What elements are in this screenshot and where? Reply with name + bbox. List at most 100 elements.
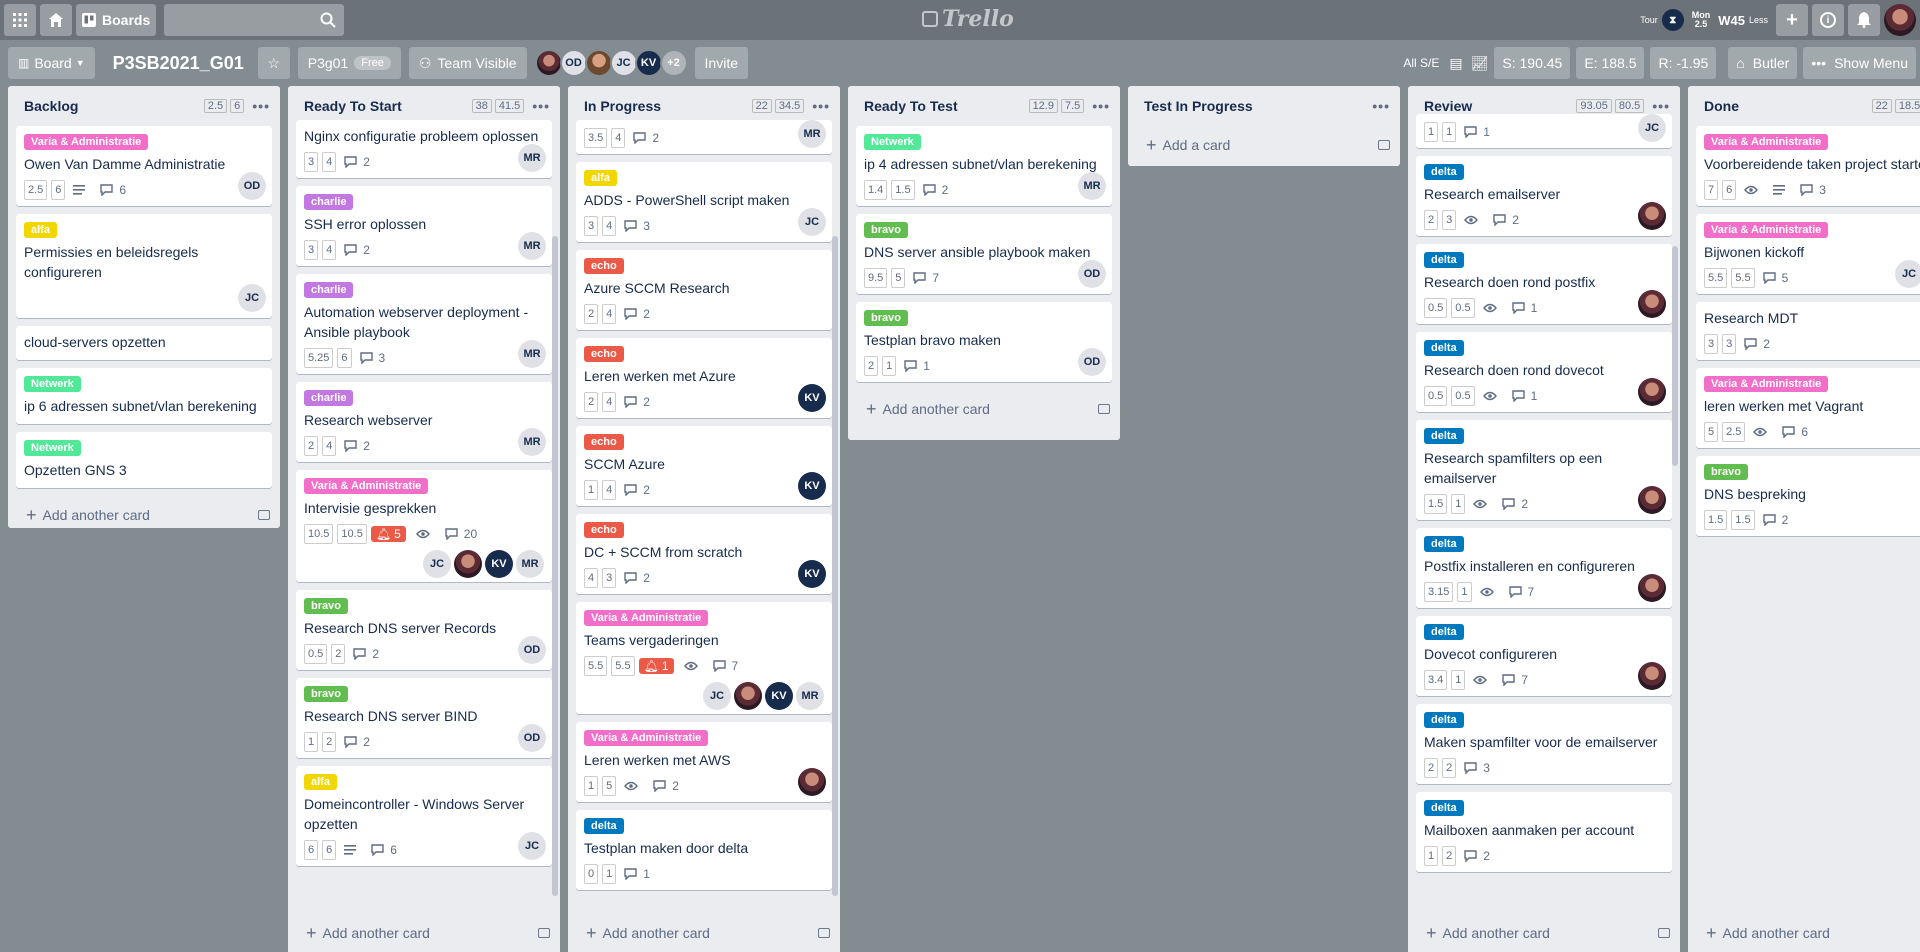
member-avatar[interactable]: JC	[609, 49, 638, 77]
card[interactable]: Nginx configuratie probleem oplossen 3 4 2 M…	[296, 120, 552, 178]
card-label[interactable]: Netwerk	[24, 376, 81, 392]
card[interactable]: bravo Testplan bravo maken 2 1 1 OD	[856, 302, 1112, 382]
all-se-label[interactable]: All S/E	[1403, 56, 1439, 70]
add-card-button[interactable]: + Add another card	[1408, 914, 1680, 952]
card[interactable]: charlie Research webserver 2 4 2 MR	[296, 382, 552, 462]
card-label[interactable]: delta	[1424, 712, 1464, 728]
card[interactable]: Varia & Administratie Teams vergaderingen…	[576, 602, 832, 714]
list-header[interactable]: Ready To Test 12.9 7.5 •••	[848, 86, 1120, 126]
member-avatar[interactable]	[584, 49, 613, 77]
hourglass-icon[interactable]: ⧗	[1661, 9, 1684, 31]
member-avatar[interactable]	[798, 768, 826, 796]
card[interactable]: cloud-servers opzetten	[16, 326, 272, 360]
tour-label[interactable]: Tour	[1640, 15, 1658, 25]
card[interactable]: bravo Research DNS server Records 0.5 2 2 OD	[296, 590, 552, 670]
list-title[interactable]: Ready To Start	[304, 98, 469, 114]
card-label[interactable]: charlie	[304, 390, 354, 406]
invite-button[interactable]: Invite	[694, 47, 748, 79]
home-button[interactable]	[40, 4, 72, 36]
member-avatar[interactable]: KV	[798, 560, 826, 588]
info-button[interactable]: i	[1812, 4, 1844, 36]
apps-menu-button[interactable]	[4, 4, 36, 36]
card-label[interactable]: alfa	[584, 170, 617, 186]
card[interactable]: Research MDT 3 3 2	[1696, 302, 1920, 360]
list-title[interactable]: Test In Progress	[1144, 98, 1364, 114]
card[interactable]: delta Dovecot configureren 3.4 1 7	[1416, 616, 1672, 696]
card[interactable]: echo SCCM Azure 1 4 2 KV	[576, 426, 832, 506]
add-card-button[interactable]: + Add another card	[8, 496, 280, 534]
template-icon[interactable]	[1658, 928, 1670, 938]
card[interactable]: 3.5 4 2 MR	[576, 120, 832, 154]
star-button[interactable]: ☆	[257, 47, 290, 79]
member-avatar[interactable]: JC	[423, 550, 451, 578]
card-label[interactable]: Varia & Administratie	[304, 478, 429, 494]
card[interactable]: delta Maken spamfilter voor de emailserve…	[1416, 704, 1672, 784]
add-card-button[interactable]: + Add a card	[1128, 126, 1400, 164]
member-avatar[interactable]	[1638, 378, 1666, 406]
card[interactable]: bravo DNS server ansible playbook maken 9.…	[856, 214, 1112, 294]
card[interactable]: echo DC + SCCM from scratch 4 3 2 KV	[576, 514, 832, 594]
member-avatar[interactable]: MR	[518, 428, 546, 456]
more-members-button[interactable]: +2	[659, 49, 688, 77]
list-header[interactable]: Backlog 2.5 6 •••	[8, 86, 280, 126]
member-avatar[interactable]: OD	[1078, 348, 1106, 376]
card-label[interactable]: Netwerk	[864, 134, 921, 150]
card[interactable]: echo Leren werken met Azure 2 4 2 KV	[576, 338, 832, 418]
add-card-button[interactable]: + Add another card	[288, 914, 560, 952]
list-menu-icon[interactable]: •••	[812, 98, 830, 114]
card[interactable]: delta Mailboxen aanmaken per account 1 2 2	[1416, 792, 1672, 872]
card[interactable]: bravoDNS bespreking1.51.52KV	[1696, 456, 1920, 536]
list-menu-icon[interactable]: •••	[1372, 98, 1390, 114]
member-avatar[interactable]: MR	[796, 682, 824, 710]
card[interactable]: Netwerk ip 4 adressen subnet/vlan bereken…	[856, 126, 1112, 206]
create-button[interactable]: +	[1776, 4, 1808, 36]
card[interactable]: charlie Automation webserver deployment -…	[296, 274, 552, 374]
card[interactable]: bravo Research DNS server BIND 1 2 2 OD	[296, 678, 552, 758]
member-avatar[interactable]: JC	[518, 832, 546, 860]
list-title[interactable]: Backlog	[24, 98, 201, 114]
board-title[interactable]: P3SB2021_G01	[113, 53, 244, 74]
member-avatar[interactable]: JC	[798, 208, 826, 236]
card-label[interactable]: delta	[1424, 536, 1464, 552]
visibility-button[interactable]: ⚇ Team Visible	[408, 47, 527, 79]
member-avatar[interactable]	[1638, 574, 1666, 602]
user-avatar[interactable]	[1884, 4, 1916, 36]
card[interactable]: delta Research doen rond postfix 0.5 0.5 1	[1416, 244, 1672, 324]
butler-button[interactable]: ⌂ Butler	[1728, 47, 1798, 79]
member-avatar[interactable]: OD	[1078, 260, 1106, 288]
card[interactable]: delta Research emailserver 2 3 2	[1416, 156, 1672, 236]
list-title[interactable]: In Progress	[584, 98, 749, 114]
search-input[interactable]	[164, 4, 345, 36]
card[interactable]: Varia & Administratie Bijwonen kickoff 5.5…	[1696, 214, 1920, 294]
member-avatar[interactable]	[734, 682, 762, 710]
member-avatar[interactable]	[534, 49, 563, 77]
member-avatar[interactable]: MR	[1078, 172, 1106, 200]
card-label[interactable]: Varia & Administratie	[584, 730, 709, 746]
card-label[interactable]: delta	[1424, 800, 1464, 816]
list-scrollbar[interactable]	[1672, 246, 1678, 466]
card[interactable]: Varia & Administratie Intervisie gesprekk…	[296, 470, 552, 582]
card[interactable]: Varia & Administratie Owen Van Damme Admi…	[16, 126, 272, 206]
member-avatar[interactable]: OD	[518, 636, 546, 664]
member-avatar[interactable]	[1638, 202, 1666, 230]
member-avatar[interactable]: MR	[518, 340, 546, 368]
card-label[interactable]: Varia & Administratie	[24, 134, 149, 150]
member-avatar[interactable]: JC	[703, 682, 731, 710]
list-menu-icon[interactable]: •••	[532, 98, 550, 114]
add-card-button[interactable]: + Add another card	[1688, 914, 1920, 952]
list-header[interactable]: Done2218.5•••	[1688, 86, 1920, 126]
card-label[interactable]: delta	[1424, 624, 1464, 640]
list-menu-icon[interactable]: •••	[252, 98, 270, 114]
trello-logo[interactable]: Trello	[922, 6, 1014, 32]
template-icon[interactable]	[818, 928, 830, 938]
card-label[interactable]: Varia & Administratie	[1704, 134, 1829, 150]
member-avatar[interactable]: JC	[1895, 260, 1920, 288]
card-label[interactable]: echo	[584, 522, 624, 538]
member-avatar[interactable]: OD	[518, 724, 546, 752]
member-avatar[interactable]: JC	[1638, 114, 1666, 142]
card-label[interactable]: Varia & Administratie	[1704, 376, 1829, 392]
card-label[interactable]: Varia & Administratie	[1704, 222, 1829, 238]
member-avatar[interactable]: OD	[238, 172, 266, 200]
card[interactable]: Netwerk ip 6 adressen subnet/vlan bereken…	[16, 368, 272, 424]
member-avatar[interactable]	[1638, 486, 1666, 514]
